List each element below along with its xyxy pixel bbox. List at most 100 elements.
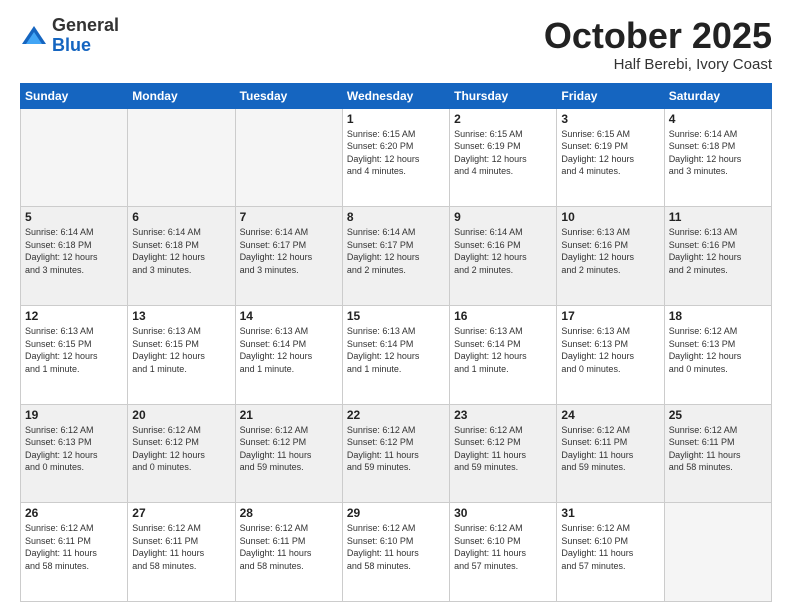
calendar-cell: 28Sunrise: 6:12 AM Sunset: 6:11 PM Dayli… [235, 503, 342, 602]
calendar-cell: 23 Sunrise: 6:12 AM Sunset: 6:12 PM Dayli… [450, 404, 557, 503]
calendar-cell: 15Sunrise: 6:13 AM Sunset: 6:14 PM Dayli… [342, 305, 449, 404]
day-info: Sunrise: 6:12 AM Sunset: 6:12 PM Dayligh… [347, 424, 445, 474]
calendar-week-row: 19 Sunrise: 6:12 AM Sunset: 6:13 PM Dayli… [21, 404, 772, 503]
calendar-cell: 10 Sunrise: 6:13 AM Sunset: 6:16 PM Dayli… [557, 207, 664, 306]
calendar-cell: 3 Sunrise: 6:15 AM Sunset: 6:19 PM Daylig… [557, 108, 664, 207]
day-number: 23 [454, 408, 552, 422]
day-number: 29 [347, 506, 445, 520]
calendar-cell [235, 108, 342, 207]
day-number: 3 [561, 112, 659, 126]
calendar-cell: 17 Sunrise: 6:13 AM Sunset: 6:13 PM Dayli… [557, 305, 664, 404]
page: General Blue October 2025 Half Berebi, I… [0, 0, 792, 612]
day-info: Sunrise: 6:14 AM Sunset: 6:18 PM Dayligh… [132, 226, 230, 276]
day-number: 13 [132, 309, 230, 323]
day-number: 14 [240, 309, 338, 323]
day-info: Sunrise: 6:14 AM Sunset: 6:17 PM Dayligh… [240, 226, 338, 276]
day-info: Sunrise: 6:13 AM Sunset: 6:15 PM Dayligh… [132, 325, 230, 375]
calendar-cell: 25 Sunrise: 6:12 AM Sunset: 6:11 PM Dayli… [664, 404, 771, 503]
day-number: 16 [454, 309, 552, 323]
day-info: Sunrise: 6:12 AM Sunset: 6:12 PM Dayligh… [454, 424, 552, 474]
day-number: 20 [132, 408, 230, 422]
day-number: 15 [347, 309, 445, 323]
day-info: Sunrise: 6:13 AM Sunset: 6:16 PM Dayligh… [561, 226, 659, 276]
calendar-cell: 12 Sunrise: 6:13 AM Sunset: 6:15 PM Dayli… [21, 305, 128, 404]
day-info: Sunrise: 6:13 AM Sunset: 6:15 PM Dayligh… [25, 325, 123, 375]
calendar-cell: 13 Sunrise: 6:13 AM Sunset: 6:15 PM Dayli… [128, 305, 235, 404]
day-number: 25 [669, 408, 767, 422]
calendar-week-row: 12 Sunrise: 6:13 AM Sunset: 6:15 PM Dayli… [21, 305, 772, 404]
day-number: 11 [669, 210, 767, 224]
day-info: Sunrise: 6:14 AM Sunset: 6:17 PM Dayligh… [347, 226, 445, 276]
day-info: Sunrise: 6:12 AM Sunset: 6:12 PM Dayligh… [240, 424, 338, 474]
day-number: 18 [669, 309, 767, 323]
day-number: 2 [454, 112, 552, 126]
logo-icon [20, 22, 48, 50]
calendar-week-row: 26Sunrise: 6:12 AM Sunset: 6:11 PM Dayli… [21, 503, 772, 602]
day-number: 24 [561, 408, 659, 422]
calendar-cell: 8 Sunrise: 6:14 AM Sunset: 6:17 PM Daylig… [342, 207, 449, 306]
day-number: 4 [669, 112, 767, 126]
calendar-cell: 1Sunrise: 6:15 AM Sunset: 6:20 PM Daylig… [342, 108, 449, 207]
day-number: 17 [561, 309, 659, 323]
calendar-cell: 19 Sunrise: 6:12 AM Sunset: 6:13 PM Dayli… [21, 404, 128, 503]
calendar-cell: 14 Sunrise: 6:13 AM Sunset: 6:14 PM Dayli… [235, 305, 342, 404]
day-info: Sunrise: 6:13 AM Sunset: 6:13 PM Dayligh… [561, 325, 659, 375]
calendar-cell: 27Sunrise: 6:12 AM Sunset: 6:11 PM Dayli… [128, 503, 235, 602]
logo-text: General Blue [52, 16, 119, 56]
day-info: Sunrise: 6:14 AM Sunset: 6:16 PM Dayligh… [454, 226, 552, 276]
calendar-cell: 5 Sunrise: 6:14 AM Sunset: 6:18 PM Daylig… [21, 207, 128, 306]
day-number: 9 [454, 210, 552, 224]
day-number: 5 [25, 210, 123, 224]
day-number: 8 [347, 210, 445, 224]
calendar-cell: 22 Sunrise: 6:12 AM Sunset: 6:12 PM Dayli… [342, 404, 449, 503]
weekday-header-wednesday: Wednesday [342, 83, 449, 108]
calendar-cell: 7 Sunrise: 6:14 AM Sunset: 6:17 PM Daylig… [235, 207, 342, 306]
calendar-cell: 24 Sunrise: 6:12 AM Sunset: 6:11 PM Dayli… [557, 404, 664, 503]
day-number: 21 [240, 408, 338, 422]
calendar-cell: 9 Sunrise: 6:14 AM Sunset: 6:16 PM Daylig… [450, 207, 557, 306]
day-info: Sunrise: 6:12 AM Sunset: 6:11 PM Dayligh… [25, 522, 123, 572]
day-info: Sunrise: 6:15 AM Sunset: 6:19 PM Dayligh… [454, 128, 552, 178]
day-info: Sunrise: 6:12 AM Sunset: 6:11 PM Dayligh… [240, 522, 338, 572]
day-number: 30 [454, 506, 552, 520]
calendar-cell: 4Sunrise: 6:14 AM Sunset: 6:18 PM Daylig… [664, 108, 771, 207]
day-info: Sunrise: 6:12 AM Sunset: 6:11 PM Dayligh… [561, 424, 659, 474]
header: General Blue October 2025 Half Berebi, I… [20, 16, 772, 73]
calendar-cell: 31Sunrise: 6:12 AM Sunset: 6:10 PM Dayli… [557, 503, 664, 602]
calendar-week-row: 5 Sunrise: 6:14 AM Sunset: 6:18 PM Daylig… [21, 207, 772, 306]
day-info: Sunrise: 6:12 AM Sunset: 6:13 PM Dayligh… [25, 424, 123, 474]
calendar-cell: 30 Sunrise: 6:12 AM Sunset: 6:10 PM Dayli… [450, 503, 557, 602]
weekday-header-tuesday: Tuesday [235, 83, 342, 108]
weekday-header-saturday: Saturday [664, 83, 771, 108]
day-info: Sunrise: 6:13 AM Sunset: 6:14 PM Dayligh… [240, 325, 338, 375]
day-info: Sunrise: 6:14 AM Sunset: 6:18 PM Dayligh… [25, 226, 123, 276]
calendar-week-row: 1Sunrise: 6:15 AM Sunset: 6:20 PM Daylig… [21, 108, 772, 207]
day-info: Sunrise: 6:12 AM Sunset: 6:12 PM Dayligh… [132, 424, 230, 474]
day-number: 31 [561, 506, 659, 520]
day-info: Sunrise: 6:12 AM Sunset: 6:11 PM Dayligh… [669, 424, 767, 474]
calendar-cell: 2 Sunrise: 6:15 AM Sunset: 6:19 PM Daylig… [450, 108, 557, 207]
day-info: Sunrise: 6:12 AM Sunset: 6:10 PM Dayligh… [454, 522, 552, 572]
calendar-cell: 6 Sunrise: 6:14 AM Sunset: 6:18 PM Daylig… [128, 207, 235, 306]
calendar-cell: 11 Sunrise: 6:13 AM Sunset: 6:16 PM Dayli… [664, 207, 771, 306]
calendar-cell [21, 108, 128, 207]
calendar-cell: 26Sunrise: 6:12 AM Sunset: 6:11 PM Dayli… [21, 503, 128, 602]
day-number: 19 [25, 408, 123, 422]
day-number: 22 [347, 408, 445, 422]
day-number: 12 [25, 309, 123, 323]
day-info: Sunrise: 6:15 AM Sunset: 6:19 PM Dayligh… [561, 128, 659, 178]
day-number: 6 [132, 210, 230, 224]
day-number: 1 [347, 112, 445, 126]
day-info: Sunrise: 6:13 AM Sunset: 6:16 PM Dayligh… [669, 226, 767, 276]
month-title: October 2025 [544, 16, 772, 56]
day-number: 27 [132, 506, 230, 520]
calendar-cell [128, 108, 235, 207]
calendar-cell: 29Sunrise: 6:12 AM Sunset: 6:10 PM Dayli… [342, 503, 449, 602]
weekday-header-sunday: Sunday [21, 83, 128, 108]
day-number: 7 [240, 210, 338, 224]
day-info: Sunrise: 6:12 AM Sunset: 6:13 PM Dayligh… [669, 325, 767, 375]
calendar-table: SundayMondayTuesdayWednesdayThursdayFrid… [20, 83, 772, 602]
logo: General Blue [20, 16, 119, 56]
weekday-header-thursday: Thursday [450, 83, 557, 108]
day-number: 10 [561, 210, 659, 224]
